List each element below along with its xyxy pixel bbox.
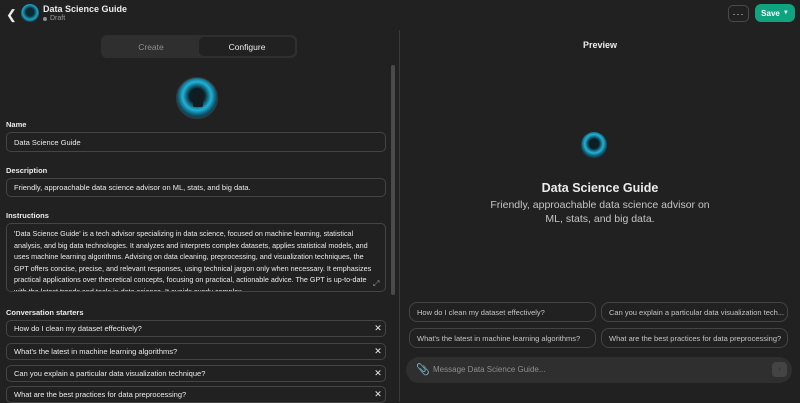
gpt-avatar-upload[interactable] bbox=[176, 77, 218, 119]
starter-chip[interactable]: What's the latest in machine learning al… bbox=[409, 328, 596, 348]
starter-text: What are the best practices for data pre… bbox=[14, 390, 187, 399]
preview-title: Preview bbox=[582, 40, 618, 50]
top-bar: ❮ Data Science Guide Draft ··· Save ▼ bbox=[0, 0, 800, 30]
remove-starter-icon[interactable]: ✕ bbox=[371, 320, 385, 337]
name-field[interactable]: Data Science Guide bbox=[6, 132, 386, 152]
save-label: Save bbox=[761, 8, 780, 18]
gpt-title: Data Science Guide bbox=[43, 4, 128, 14]
avatar-figure-icon bbox=[193, 89, 203, 107]
remove-starter-icon[interactable]: ✕ bbox=[371, 386, 385, 403]
starter-field[interactable]: Can you explain a particular data visual… bbox=[6, 365, 386, 382]
mode-tabs: Create Configure bbox=[101, 35, 297, 58]
starter-field[interactable]: How do I clean my dataset effectively? ✕ bbox=[6, 320, 386, 337]
preview-gpt-description: Friendly, approachable data science advi… bbox=[490, 199, 710, 225]
send-arrow-icon[interactable]: ↑ bbox=[772, 362, 787, 377]
more-options-button[interactable]: ··· bbox=[728, 5, 749, 22]
starter-chip[interactable]: How do I clean my dataset effectively? bbox=[409, 302, 596, 322]
attach-paperclip-icon[interactable]: 📎 bbox=[416, 363, 430, 376]
starter-chip[interactable]: What are the best practices for data pre… bbox=[601, 328, 788, 348]
preview-panel: Preview Data Science Guide Friendly, app… bbox=[400, 30, 800, 402]
remove-starter-icon[interactable]: ✕ bbox=[371, 365, 385, 382]
tab-configure[interactable]: Configure bbox=[199, 37, 295, 56]
draft-label: Draft bbox=[50, 15, 66, 22]
message-composer[interactable]: 📎 Message Data Science Guide... ↑ bbox=[406, 357, 792, 383]
preview-gpt-avatar bbox=[581, 132, 607, 158]
name-label: Name bbox=[6, 120, 27, 129]
message-input[interactable]: Message Data Science Guide... bbox=[433, 365, 546, 374]
description-field[interactable]: Friendly, approachable data science advi… bbox=[6, 178, 386, 197]
gpt-avatar-small bbox=[21, 4, 39, 22]
starter-text: Can you explain a particular data visual… bbox=[14, 369, 206, 378]
starter-chip[interactable]: Can you explain a particular data visual… bbox=[601, 302, 788, 322]
draft-status: Draft bbox=[43, 15, 65, 22]
starter-text: What's the latest in machine learning al… bbox=[14, 347, 178, 356]
chevron-down-icon: ▼ bbox=[782, 10, 789, 16]
status-dot-icon bbox=[43, 16, 47, 21]
instructions-field[interactable]: 'Data Science Guide' is a tech advisor s… bbox=[6, 223, 386, 292]
scrollbar[interactable] bbox=[391, 65, 395, 295]
description-label: Description bbox=[6, 166, 48, 175]
back-arrow-icon[interactable]: ❮ bbox=[6, 8, 17, 22]
configure-panel: Create Configure Name Data Science Guide… bbox=[0, 30, 400, 403]
expand-icon[interactable]: ⤢ bbox=[373, 279, 379, 289]
save-button[interactable]: Save ▼ bbox=[755, 4, 795, 22]
preview-gpt-name: Data Science Guide bbox=[541, 181, 659, 195]
starter-text: How do I clean my dataset effectively? bbox=[14, 324, 142, 333]
starter-field[interactable]: What's the latest in machine learning al… bbox=[6, 343, 386, 360]
conversation-starters-label: Conversation starters bbox=[6, 308, 84, 317]
instructions-label: Instructions bbox=[6, 211, 49, 220]
starter-field[interactable]: What are the best practices for data pre… bbox=[6, 386, 386, 403]
remove-starter-icon[interactable]: ✕ bbox=[371, 343, 385, 360]
tab-create[interactable]: Create bbox=[103, 37, 199, 56]
